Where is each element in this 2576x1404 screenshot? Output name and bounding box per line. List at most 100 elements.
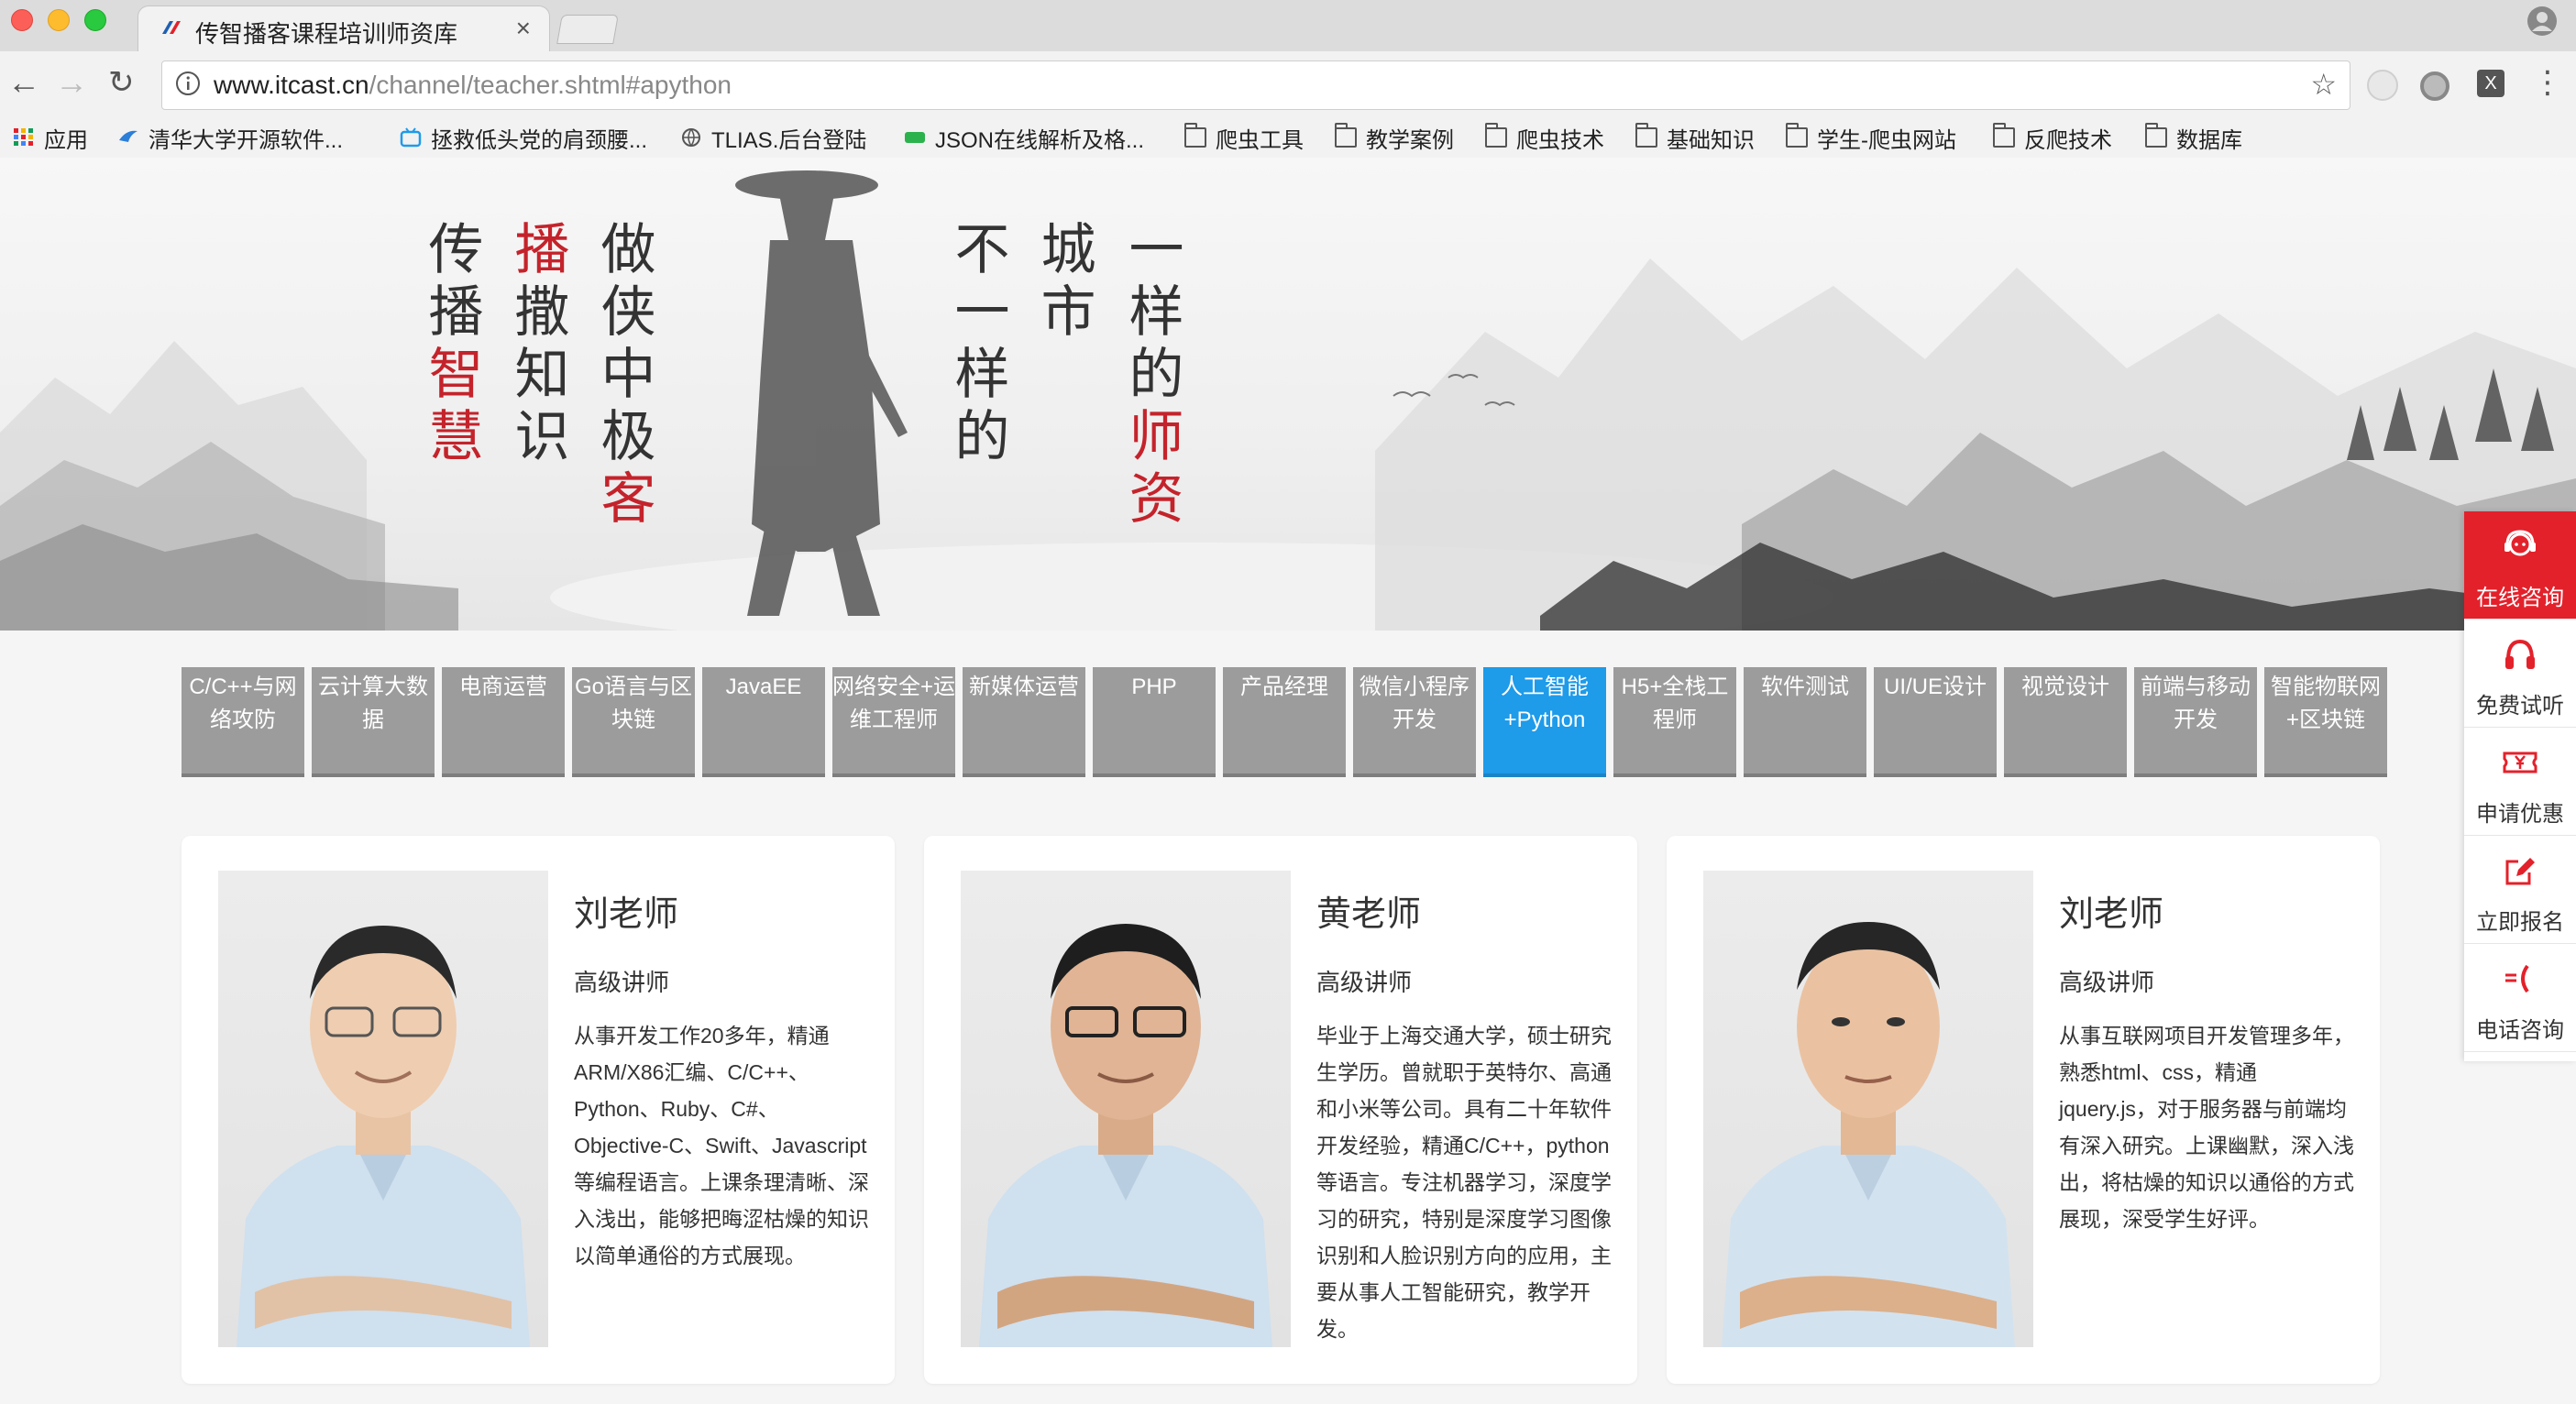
banner-poem-column-1: 传播智慧 bbox=[419, 220, 483, 469]
site-info-icon[interactable] bbox=[175, 71, 201, 96]
teacher-description: 从事开发工作20多年，精通ARM/X86汇编、C/C++、Python、Ruby… bbox=[574, 1024, 869, 1267]
free-trial-button[interactable]: 免费试听 bbox=[2464, 620, 2576, 728]
teacher-portrait-illustration bbox=[979, 924, 1272, 1347]
browser-menu-icon[interactable]: ⋮ bbox=[2532, 64, 2563, 101]
address-bar[interactable]: www.itcast.cn/channel/teacher.shtml#apyt… bbox=[161, 60, 2350, 110]
forward-button[interactable]: → bbox=[55, 64, 88, 101]
tab-ai-python[interactable]: 人工智能+Python bbox=[1483, 667, 1606, 777]
json-icon bbox=[905, 132, 925, 143]
bookmark-label: 应用 bbox=[44, 127, 88, 153]
extension-record-icon[interactable] bbox=[2420, 71, 2449, 101]
bookmark-item[interactable]: JSON在线解析及格... bbox=[904, 123, 1144, 153]
teacher-photo bbox=[961, 871, 1291, 1347]
tab-new-media[interactable]: 新媒体运营 bbox=[963, 667, 1085, 777]
phone-consult-button[interactable]: 电话咨询 bbox=[2464, 944, 2576, 1052]
profile-icon[interactable] bbox=[2526, 5, 2558, 37]
bookmark-item[interactable]: 爬虫工具 bbox=[1184, 123, 1304, 153]
banner-poem-column-2: 播撒知识 bbox=[505, 220, 569, 469]
phone-icon bbox=[2505, 964, 2529, 993]
browser-toolbar: ← → ↻ www.itcast.cn/channel/teacher.shtm… bbox=[0, 51, 2576, 117]
bookmark-label: 爬虫工具 bbox=[1216, 127, 1304, 153]
headphones-icon bbox=[2505, 639, 2535, 669]
folder-icon bbox=[1993, 123, 2015, 148]
teacher-portrait-illustration bbox=[1722, 922, 2015, 1347]
hero-banner: 传播智慧 播撒知识 做侠中极客 不一样的 城市 一样的师资 bbox=[0, 158, 2576, 631]
tab-javaee[interactable]: JavaEE bbox=[702, 667, 825, 777]
reload-button[interactable]: ↻ bbox=[108, 64, 135, 101]
bookmark-label: 清华大学开源软件... bbox=[149, 127, 344, 153]
globe-icon bbox=[682, 128, 700, 148]
tab-mini-program[interactable]: 微信小程序开发 bbox=[1353, 667, 1476, 777]
bookmark-star-icon[interactable]: ☆ bbox=[2310, 67, 2337, 102]
tab-frontend-mobile[interactable]: 前端与移动开发 bbox=[2134, 667, 2257, 777]
bookmark-label: 数据库 bbox=[2176, 127, 2242, 153]
bookmark-label: 爬虫技术 bbox=[1516, 127, 1604, 153]
coupon-icon bbox=[2503, 751, 2537, 773]
extension-x-icon[interactable]: X bbox=[2477, 70, 2504, 97]
bookmark-item[interactable]: 清华大学开源软件... bbox=[117, 123, 344, 153]
bookmark-item[interactable]: TLIAS.后台登陆 bbox=[680, 123, 867, 153]
floating-contact-sidebar: 在线咨询 免费试听 申请优惠 立即报名 电话咨询 bbox=[2464, 511, 2576, 1061]
bookmark-item[interactable]: 爬虫技术 bbox=[1485, 123, 1604, 153]
teacher-card[interactable]: 刘老师 高级讲师 从事开发工作20多年，精通ARM/X86汇编、C/C++、Py… bbox=[182, 836, 895, 1384]
browser-tab[interactable]: 传智播客课程培训师资库 × bbox=[138, 5, 550, 52]
url-text[interactable]: www.itcast.cn/channel/teacher.shtml#apyt… bbox=[214, 71, 732, 100]
folder-icon bbox=[1786, 123, 1808, 148]
teacher-card[interactable]: 黄老师 高级讲师 毕业于上海交通大学，硕士研究生学历。曾就职于英特尔、高通和小米… bbox=[924, 836, 1637, 1384]
tab-title: 传智播客课程培训师资库 bbox=[195, 20, 458, 48]
bookmark-item[interactable]: 拯救低头党的肩颈腰... bbox=[400, 123, 647, 153]
teacher-photo bbox=[1703, 871, 2033, 1347]
back-button[interactable]: ← bbox=[7, 64, 40, 101]
tab-go-blockchain[interactable]: Go语言与区块链 bbox=[572, 667, 695, 777]
teacher-name: 刘老师 bbox=[574, 895, 679, 934]
tab-visual-design[interactable]: 视觉设计 bbox=[2004, 667, 2127, 777]
zoom-window-button[interactable] bbox=[84, 9, 106, 31]
bookmark-item[interactable]: 教学案例 bbox=[1335, 123, 1454, 153]
bookmark-item[interactable]: 数据库 bbox=[2145, 123, 2242, 153]
teacher-title: 高级讲师 bbox=[574, 969, 670, 996]
enroll-now-button[interactable]: 立即报名 bbox=[2464, 836, 2576, 944]
teacher-title: 高级讲师 bbox=[2059, 969, 2155, 996]
bookmark-label: 学生-爬虫网站 bbox=[1817, 127, 1956, 153]
teacher-name: 刘老师 bbox=[2059, 895, 2164, 934]
tab-php[interactable]: PHP bbox=[1093, 667, 1216, 777]
folder-icon bbox=[2145, 123, 2167, 148]
apply-discount-button[interactable]: 申请优惠 bbox=[2464, 728, 2576, 836]
sidebar-label: 立即报名 bbox=[2476, 910, 2564, 935]
tab-h5-fullstack[interactable]: H5+全栈工程师 bbox=[1613, 667, 1736, 777]
tab-c-cpp[interactable]: C/C++与网络攻防 bbox=[182, 667, 304, 777]
bookmark-label: 反爬技术 bbox=[2024, 127, 2112, 153]
bilibili-icon bbox=[400, 127, 422, 148]
teacher-photo bbox=[218, 871, 548, 1347]
teacher-title: 高级讲师 bbox=[1316, 969, 1413, 996]
new-tab-button[interactable] bbox=[556, 15, 619, 44]
bookmark-label: TLIAS.后台登陆 bbox=[711, 127, 867, 153]
tab-ecommerce[interactable]: 电商运营 bbox=[442, 667, 565, 777]
bookmark-item[interactable]: 应用 bbox=[13, 123, 88, 153]
ink-landscape-illustration bbox=[0, 170, 2576, 631]
sidebar-label: 电话咨询 bbox=[2476, 1018, 2564, 1043]
tab-iot-blockchain[interactable]: 智能物联网+区块链 bbox=[2264, 667, 2387, 777]
online-consult-button[interactable]: 在线咨询 bbox=[2464, 511, 2576, 620]
tab-ui-ue[interactable]: UI/UE设计 bbox=[1874, 667, 1997, 777]
teacher-description: 从事互联网项目开发管理多年，熟悉html、css，精通jquery.js，对于服… bbox=[2059, 1024, 2354, 1231]
minimize-window-button[interactable] bbox=[48, 9, 70, 31]
tab-software-testing[interactable]: 软件测试 bbox=[1744, 667, 1866, 777]
tab-security-ops[interactable]: 网络安全+运维工程师 bbox=[832, 667, 955, 777]
sidebar-label: 免费试听 bbox=[2476, 694, 2564, 718]
folder-icon bbox=[1635, 123, 1657, 148]
banner-poem-column-3: 做侠中极客 bbox=[591, 220, 655, 532]
bookmarks-bar: 应用 清华大学开源软件... 拯救低头党的肩颈腰... TLIAS.后台登陆 J… bbox=[0, 117, 2576, 159]
tab-product-manager[interactable]: 产品经理 bbox=[1223, 667, 1346, 777]
tab-close-icon[interactable]: × bbox=[516, 14, 531, 43]
bookmark-item[interactable]: 反爬技术 bbox=[1993, 123, 2112, 153]
folder-icon bbox=[1335, 123, 1357, 148]
close-window-button[interactable] bbox=[11, 9, 33, 31]
teacher-card[interactable]: 刘老师 高级讲师 从事互联网项目开发管理多年，熟悉html、css，精通jque… bbox=[1667, 836, 2380, 1384]
bookmark-item[interactable]: 基础知识 bbox=[1635, 123, 1755, 153]
extension-icon[interactable] bbox=[2367, 70, 2398, 101]
tab-cloud-bigdata[interactable]: 云计算大数据 bbox=[312, 667, 435, 777]
bookmark-item[interactable]: 学生-爬虫网站 bbox=[1786, 123, 1956, 153]
bookmark-label: 基础知识 bbox=[1667, 127, 1755, 153]
folder-icon bbox=[1485, 123, 1507, 148]
